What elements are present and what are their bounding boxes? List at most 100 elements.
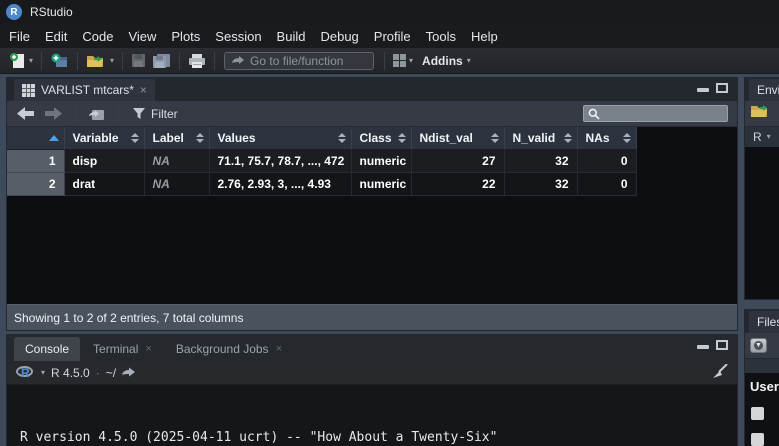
console-pane: Console Terminal × Background Jobs × R ▾…: [7, 335, 737, 446]
tab-varlist-mtcars[interactable]: VARLIST mtcars* ×: [14, 79, 155, 101]
column-header-n-valid[interactable]: N_valid: [504, 127, 577, 149]
sort-icon: [491, 133, 499, 143]
column-header-label[interactable]: Label: [144, 127, 209, 149]
table-row[interactable]: 2 drat NA 2.76, 2.93, 3, ..., 4.93 numer…: [7, 172, 636, 195]
back-button[interactable]: [14, 107, 37, 120]
main-toolbar: ▾ ▾ ▾ Addins ▾: [0, 48, 779, 74]
print-icon: [188, 53, 206, 69]
menu-item-plots[interactable]: Plots: [171, 29, 200, 44]
open-file-button[interactable]: ▾: [83, 53, 117, 69]
menu-item-file[interactable]: File: [9, 29, 30, 44]
column-header-ndist-val[interactable]: Ndist_val: [411, 127, 504, 149]
menu-item-code[interactable]: Code: [82, 29, 113, 44]
close-icon[interactable]: ×: [276, 343, 282, 355]
save-all-button[interactable]: [149, 53, 174, 69]
chevron-down-icon[interactable]: ▾: [41, 369, 45, 377]
show-in-new-window-button[interactable]: [86, 107, 108, 121]
data-viewer-toolbar: Filter: [7, 101, 737, 127]
r-logo-icon: R: [16, 365, 35, 380]
column-header-variable[interactable]: Variable: [64, 127, 144, 149]
forward-button[interactable]: [42, 107, 65, 120]
maximize-icon[interactable]: [716, 340, 728, 350]
goto-file-function-input[interactable]: [250, 54, 366, 68]
close-icon[interactable]: ×: [145, 343, 151, 355]
goto-directory-icon[interactable]: [122, 367, 135, 378]
menu-item-session[interactable]: Session: [215, 29, 261, 44]
sort-ascending-icon: [49, 135, 59, 141]
addins-button[interactable]: Addins: [422, 54, 463, 68]
working-directory-label: ~/: [106, 366, 116, 380]
save-button[interactable]: [128, 53, 149, 68]
clear-console-button[interactable]: [710, 364, 728, 382]
values-cell: 71.1, 75.7, 78.7, ..., 472: [209, 149, 351, 172]
menu-item-build[interactable]: Build: [277, 29, 306, 44]
minimize-icon[interactable]: [697, 88, 709, 92]
console-output[interactable]: R version 4.5.0 (2025-04-11 ucrt) -- "Ho…: [7, 385, 737, 446]
environment-language-selector[interactable]: R ▾: [745, 127, 779, 147]
goto-arrow-icon: [232, 56, 244, 66]
toolbar-separator: [77, 52, 78, 70]
arrow-left-icon: [17, 107, 34, 120]
toolbar-separator: [214, 52, 215, 70]
new-blank-file-button[interactable]: ▼: [750, 338, 767, 353]
goto-file-function-box[interactable]: [224, 52, 374, 70]
environment-pane: Envir R ▾: [745, 78, 779, 299]
new-project-button[interactable]: [47, 52, 72, 69]
new-file-button[interactable]: ▾: [6, 52, 36, 70]
load-workspace-button[interactable]: [750, 103, 771, 124]
menu-item-edit[interactable]: Edit: [45, 29, 67, 44]
column-header-rownum[interactable]: [7, 127, 64, 149]
print-button[interactable]: [185, 53, 209, 69]
minimize-icon[interactable]: [697, 345, 709, 349]
broom-icon: [710, 364, 728, 379]
menu-item-debug[interactable]: Debug: [320, 29, 358, 44]
environment-tabstrip: Envir: [745, 78, 779, 101]
table-row[interactable]: 1 disp NA 71.1, 75.7, 78.7, ..., 472 num…: [7, 149, 636, 172]
table-search-input[interactable]: [604, 107, 723, 121]
tab-title: VARLIST mtcars*: [41, 83, 134, 97]
class-cell: numeric: [351, 172, 411, 195]
tab-environment[interactable]: Envir: [749, 79, 779, 101]
menu-item-help[interactable]: Help: [471, 29, 498, 44]
save-all-icon: [152, 53, 171, 69]
console-tabstrip: Console Terminal × Background Jobs ×: [7, 335, 737, 361]
toolbar-separator: [384, 52, 385, 70]
sort-icon: [131, 133, 139, 143]
new-project-icon: [50, 52, 69, 69]
tab-terminal[interactable]: Terminal ×: [82, 337, 163, 361]
column-header-values[interactable]: Values: [209, 127, 351, 149]
arrow-right-icon: [45, 107, 62, 120]
sort-icon: [338, 133, 346, 143]
pane-layout-button[interactable]: ▾: [390, 54, 416, 67]
close-icon[interactable]: ×: [140, 84, 147, 96]
console-toolbar: R ▾ R 4.5.0 · ~/: [7, 361, 737, 385]
files-path-item[interactable]: User: [750, 379, 779, 394]
files-content: User: [745, 373, 779, 446]
file-checkbox[interactable]: [751, 407, 764, 420]
tab-background-jobs[interactable]: Background Jobs ×: [165, 337, 293, 361]
filter-label: Filter: [151, 107, 178, 121]
menubar: File Edit Code View Plots Session Build …: [0, 24, 779, 48]
new-blank-file-icon: ▼: [750, 338, 767, 353]
menu-item-profile[interactable]: Profile: [374, 29, 411, 44]
pane-window-buttons: [697, 83, 728, 93]
files-pane: Files ▼ User: [745, 310, 779, 446]
popout-window-icon: [89, 107, 105, 121]
row-number-cell: 2: [7, 172, 64, 195]
toolbar-separator: [41, 52, 42, 70]
file-checkbox[interactable]: [751, 433, 764, 446]
values-cell: 2.76, 2.93, 3, ..., 4.93: [209, 172, 351, 195]
menu-item-view[interactable]: View: [128, 29, 156, 44]
filter-button[interactable]: Filter: [129, 107, 182, 121]
maximize-icon[interactable]: [716, 83, 728, 93]
menu-item-tools[interactable]: Tools: [426, 29, 456, 44]
pane-layout-icon: [393, 54, 406, 67]
column-header-class[interactable]: Class: [351, 127, 411, 149]
sort-icon: [564, 133, 572, 143]
chevron-down-icon: ▾: [767, 133, 771, 141]
tab-files[interactable]: Files: [749, 311, 779, 333]
variable-cell: disp: [64, 149, 144, 172]
column-header-nas[interactable]: NAs: [577, 127, 636, 149]
tab-console[interactable]: Console: [14, 337, 80, 361]
table-search-box[interactable]: [583, 105, 728, 122]
